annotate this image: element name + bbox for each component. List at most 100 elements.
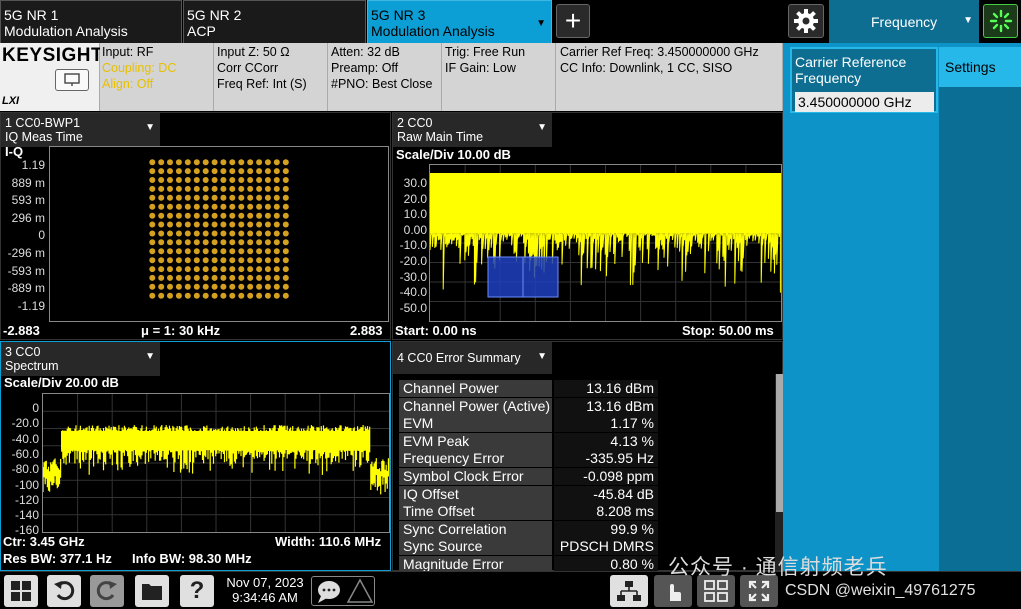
constellation-point	[220, 185, 227, 192]
constellation-point	[264, 248, 271, 255]
window-number: 3 CC0	[5, 345, 41, 359]
window-title-1[interactable]: 1 CC0-BWP1 IQ Meas Time ▼	[1, 113, 160, 147]
menu-panel-dropdown[interactable]: Frequency ▼	[829, 0, 979, 43]
run-status-button[interactable]	[983, 4, 1018, 38]
attenuation-settings[interactable]: Atten: 32 dB Preamp: Off #PNO: Best Clos…	[328, 43, 442, 111]
constellation-point	[175, 185, 182, 192]
scale-div-label: Scale/Div 10.00 dB	[396, 147, 511, 162]
constellation-point	[220, 230, 227, 237]
y-tick-label: 0	[38, 228, 45, 243]
constellation-point	[167, 230, 173, 237]
constellation-point	[149, 274, 156, 281]
constellation-point	[175, 194, 182, 201]
window-title-3[interactable]: 3 CC0 Spectrum ▼	[1, 342, 160, 376]
constellation-point	[273, 212, 280, 219]
input-z-settings[interactable]: Input Z: 50 Ω Corr CCorr Freq Ref: Int (…	[214, 43, 328, 111]
carrier-settings[interactable]: Carrier Ref Freq: 3.450000000 GHz CC Inf…	[556, 43, 783, 111]
layout-button[interactable]	[610, 575, 648, 607]
constellation-point	[220, 159, 227, 166]
carrier-ref-freq-input[interactable]: 3.450000000 GHz	[795, 92, 934, 112]
y-tick-label: -20.0	[399, 254, 427, 268]
y-tick-label: -50.0	[399, 300, 427, 315]
window-title-2[interactable]: 2 CC0 Raw Main Time ▼	[393, 113, 552, 147]
error-row-label: EVM	[399, 415, 552, 433]
remote-display-icon[interactable]	[55, 69, 89, 91]
constellation-point	[193, 230, 200, 237]
y-tick-label: 1.19	[21, 158, 45, 172]
pno-label: #PNO: Best Close	[331, 77, 433, 91]
date-label: Nov 07, 2023	[226, 575, 304, 590]
y-tick-label: -593 m	[7, 263, 45, 278]
add-tab-button[interactable]: +	[556, 4, 590, 38]
carrier-ref-freq-control[interactable]: Carrier Reference Frequency 3.450000000 …	[790, 47, 938, 113]
constellation-point	[273, 230, 280, 237]
help-button[interactable]: ?	[180, 575, 214, 607]
window-iq-meas-time[interactable]: 1 CC0-BWP1 IQ Meas Time ▼ I-Q 1.19 889 m 5…	[0, 112, 391, 340]
scrollbar[interactable]	[775, 374, 783, 570]
constellation-point	[184, 248, 191, 255]
constellation-point	[184, 194, 191, 201]
subcarrier-spacing-label: μ = 1: 30 kHz	[141, 323, 221, 338]
constellation-point	[211, 239, 218, 246]
menu-panel-title: Frequency	[871, 14, 938, 30]
constellation-point	[202, 274, 209, 281]
constellation-point	[193, 274, 200, 281]
tab-5g-nr-1[interactable]: 5G NR 1 Modulation Analysis	[0, 0, 182, 43]
constellation-point	[229, 274, 236, 281]
constellation-point	[220, 177, 227, 183]
constellation-point	[175, 221, 182, 228]
carrier-ref-label: Carrier Ref Freq: 3.450000000 GHz	[560, 45, 759, 59]
settings-button[interactable]	[788, 4, 824, 38]
constellation-point	[282, 194, 289, 201]
window-spectrum[interactable]: 3 CC0 Spectrum ▼ Scale/Div 20.00 dB 0 -20…	[0, 341, 391, 571]
constellation-point	[264, 185, 271, 192]
constellation-point	[273, 168, 280, 175]
constellation-point	[247, 274, 254, 281]
constellation-point	[158, 185, 165, 192]
window-number: 2 CC0	[397, 116, 433, 130]
tab-line2: ACP	[187, 23, 216, 39]
window-title-4[interactable]: 4 CC0 Error Summary ▼	[393, 342, 552, 374]
window-error-summary[interactable]: 4 CC0 Error Summary ▼ Channel Power 13.16…	[392, 341, 783, 573]
constellation-point	[273, 248, 280, 255]
res-bw-label: Res BW: 377.1 Hz	[3, 551, 112, 566]
scrollbar-thumb[interactable]	[776, 374, 783, 512]
lxi-logo: LXI	[2, 95, 20, 107]
constellation-point	[202, 203, 209, 210]
redo-button[interactable]	[90, 575, 124, 607]
constellation-point	[220, 239, 227, 246]
windows-icon	[11, 581, 31, 601]
undo-button[interactable]	[47, 575, 81, 607]
tab-5g-nr-2[interactable]: 5G NR 2 ACP	[183, 0, 366, 43]
constellation-point	[158, 292, 165, 299]
constellation-point	[175, 168, 182, 175]
constellation-point	[175, 177, 182, 183]
constellation-point	[273, 239, 280, 246]
settings-tab[interactable]: Settings	[939, 47, 1021, 87]
constellation-point	[264, 239, 271, 246]
constellation-point	[264, 194, 271, 201]
trigger-settings[interactable]: Trig: Free Run IF Gain: Low	[442, 43, 556, 111]
constellation-point	[220, 194, 227, 201]
constellation-point	[184, 283, 191, 290]
constellation-point	[220, 266, 227, 273]
chevron-down-icon: ▼	[537, 122, 547, 133]
constellation-point	[202, 230, 209, 237]
constellation-point	[229, 177, 236, 183]
window-raw-main-time[interactable]: 2 CC0 Raw Main Time ▼ Scale/Div 10.00 dB…	[392, 112, 783, 340]
file-button[interactable]	[135, 575, 169, 607]
chevron-down-icon: ▼	[145, 122, 155, 133]
error-row-label: Sync Correlation	[399, 520, 552, 538]
constellation-point	[273, 194, 280, 201]
message-button[interactable]	[311, 576, 375, 606]
constellation-point	[158, 257, 165, 264]
input-settings[interactable]: Input: RF Coupling: DC Align: Off	[100, 43, 214, 111]
spectrum-plot	[42, 393, 390, 533]
windows-start-button[interactable]	[4, 575, 38, 607]
constellation-point	[264, 168, 271, 175]
tab-5g-nr-3[interactable]: 5G NR 3 Modulation Analysis ▼	[367, 0, 552, 43]
y-tick-label: 889 m	[11, 175, 45, 190]
constellation-point	[273, 257, 280, 264]
brand-logo: KEYSIGHT	[2, 45, 104, 66]
constellation-point	[184, 292, 191, 299]
